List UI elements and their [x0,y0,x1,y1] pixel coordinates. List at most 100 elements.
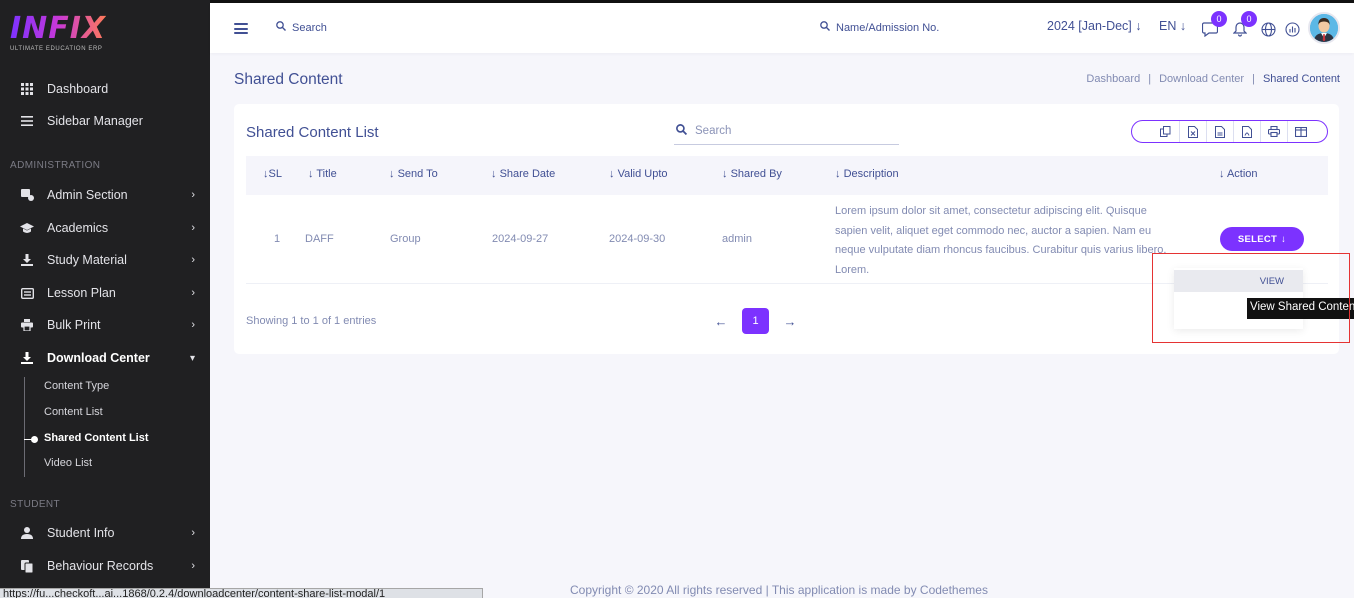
column-header-shared-by[interactable]: ↓ Shared By [722,168,782,180]
website-button[interactable] [1259,20,1277,38]
sidebar-item-label: Academics [47,221,109,235]
records-icon [20,559,34,573]
sidebar-item-academics[interactable]: Academics › [0,215,210,241]
submenu-item-shared-content-list[interactable]: Shared Content List [44,432,149,444]
cell-valid-upto: 2024-09-30 [609,233,666,245]
excel-button[interactable] [1179,121,1206,142]
arrow-down-icon: ↓ [1135,19,1142,33]
column-header-sl[interactable]: ↓SL [263,168,282,180]
cell-title: DAFF [305,233,334,245]
breadcrumb-download-center[interactable]: Download Center [1159,73,1244,85]
language-select[interactable]: EN ↓ [1159,19,1186,33]
column-header-title[interactable]: ↓ Title [308,168,337,180]
sidebar-item-bulk-print[interactable]: Bulk Print › [0,312,210,338]
admin-icon [20,188,34,202]
column-visibility-button[interactable] [1287,121,1314,142]
sidebar: INFIX ULTIMATE EDUCATION ERP Dashboard S… [0,0,210,598]
chevron-right-icon: › [191,189,195,201]
sidebar-item-behaviour-records[interactable]: Behaviour Records › [0,553,210,579]
submenu-item-content-type[interactable]: Content Type [44,380,109,392]
submenu-item-video-list[interactable]: Video List [44,457,92,469]
notifications-button[interactable]: 0 [1231,11,1257,38]
column-header-action[interactable]: ↓ Action [1219,168,1258,180]
column-header-description[interactable]: ↓ Description [835,168,899,180]
academic-year-select[interactable]: 2024 [Jan-Dec] ↓ [1047,19,1142,33]
sidebar-item-sidebar-manager[interactable]: Sidebar Manager [0,108,210,134]
chevron-right-icon: › [191,560,195,572]
columns-icon [1295,126,1307,137]
messages-count-badge: 0 [1211,11,1227,27]
page-button-current[interactable]: 1 [742,308,769,334]
next-page-arrow-icon[interactable]: → [783,314,797,329]
sidebar-item-label: Behaviour Records [47,559,154,573]
select-action-button[interactable]: SELECT ↓ [1220,227,1304,251]
pdf-button[interactable] [1233,121,1260,142]
sidebar-item-dashboard[interactable]: Dashboard [0,76,210,102]
table-header: ↓SL ↓ Title ↓ Send To ↓ Share Date ↓ Val… [246,156,1328,195]
column-header-label: Valid Upto [617,168,668,180]
menu-toggle-icon[interactable] [234,23,248,34]
sidebar-item-student-info[interactable]: Student Info › [0,520,210,546]
search-icon [276,21,286,34]
sidebar-item-label: Lesson Plan [47,286,116,300]
section-student: STUDENT [10,499,61,510]
chevron-right-icon: › [191,222,195,234]
arrow-down-icon: ↓ [1179,19,1187,33]
copy-button[interactable] [1152,121,1179,142]
breadcrumb-dashboard[interactable]: Dashboard [1086,73,1140,85]
print-button[interactable] [1260,121,1287,142]
avatar[interactable] [1308,12,1340,44]
sidebar-item-label: Bulk Print [47,318,101,332]
reports-button[interactable] [1283,20,1301,38]
copy-icon [1160,126,1171,137]
sidebar-item-label: Dashboard [47,82,109,96]
print-icon [1268,126,1280,137]
student-search[interactable]: Name/Admission No. [820,21,939,34]
notifications-count-badge: 0 [1241,11,1257,27]
column-header-label: Send To [397,168,438,180]
pdf-file-icon [1242,125,1252,138]
global-search[interactable]: Search [276,21,327,34]
table-search-input[interactable]: Search [674,117,899,145]
brand-tagline: ULTIMATE EDUCATION ERP [10,46,103,52]
column-header-label: SL [268,168,282,180]
list-icon [20,286,34,300]
active-marker-dot [31,436,38,443]
student-search-placeholder: Name/Admission No. [836,21,940,34]
column-header-send-to[interactable]: ↓ Send To [389,168,438,180]
column-header-valid-upto[interactable]: ↓ Valid Upto [609,168,668,180]
submenu-item-content-list[interactable]: Content List [44,406,103,418]
column-header-share-date[interactable]: ↓ Share Date [491,168,555,180]
sort-arrow-icon: ↓ [835,168,844,180]
cell-send-to: Group [390,233,421,245]
search-icon [676,123,688,138]
avatar-image [1310,14,1338,42]
academic-year-value: 2024 [Jan-Dec] [1047,19,1132,33]
sidebar-item-label: Download Center [47,351,150,365]
prev-page-arrow-icon[interactable]: ← [714,314,728,329]
footer-copyright: Copyright © 2020 All rights reserved | T… [570,583,988,597]
sidebar-item-download-center[interactable]: Download Center ▾ [0,345,210,371]
chart-icon [1284,21,1300,37]
table-search-placeholder: Search [695,124,732,137]
global-search-placeholder: Search [292,21,327,34]
brand-logo[interactable]: INFIX ULTIMATE EDUCATION ERP [10,14,106,58]
export-buttons [1131,120,1328,143]
messages-button[interactable]: 0 [1201,11,1227,38]
column-header-label: Action [1226,168,1258,180]
top-header: Search Name/Admission No. 2024 [Jan-Dec]… [210,3,1354,53]
column-header-label: Share Date [499,168,556,180]
sidebar-item-lesson-plan[interactable]: Lesson Plan › [0,280,210,306]
language-value: EN [1159,19,1177,33]
download-icon [20,351,34,365]
sidebar-item-label: Sidebar Manager [47,114,143,128]
chevron-right-icon: › [191,287,195,299]
brand-name: INFIX [10,11,107,46]
search-icon [820,21,830,34]
chevron-right-icon: › [191,319,195,331]
sidebar-item-study-material[interactable]: Study Material › [0,247,210,273]
csv-button[interactable] [1206,121,1233,142]
cell-shared-by: admin [722,233,752,245]
sort-arrow-icon: ↓ [491,168,500,180]
sidebar-item-admin-section[interactable]: Admin Section › [0,182,210,208]
